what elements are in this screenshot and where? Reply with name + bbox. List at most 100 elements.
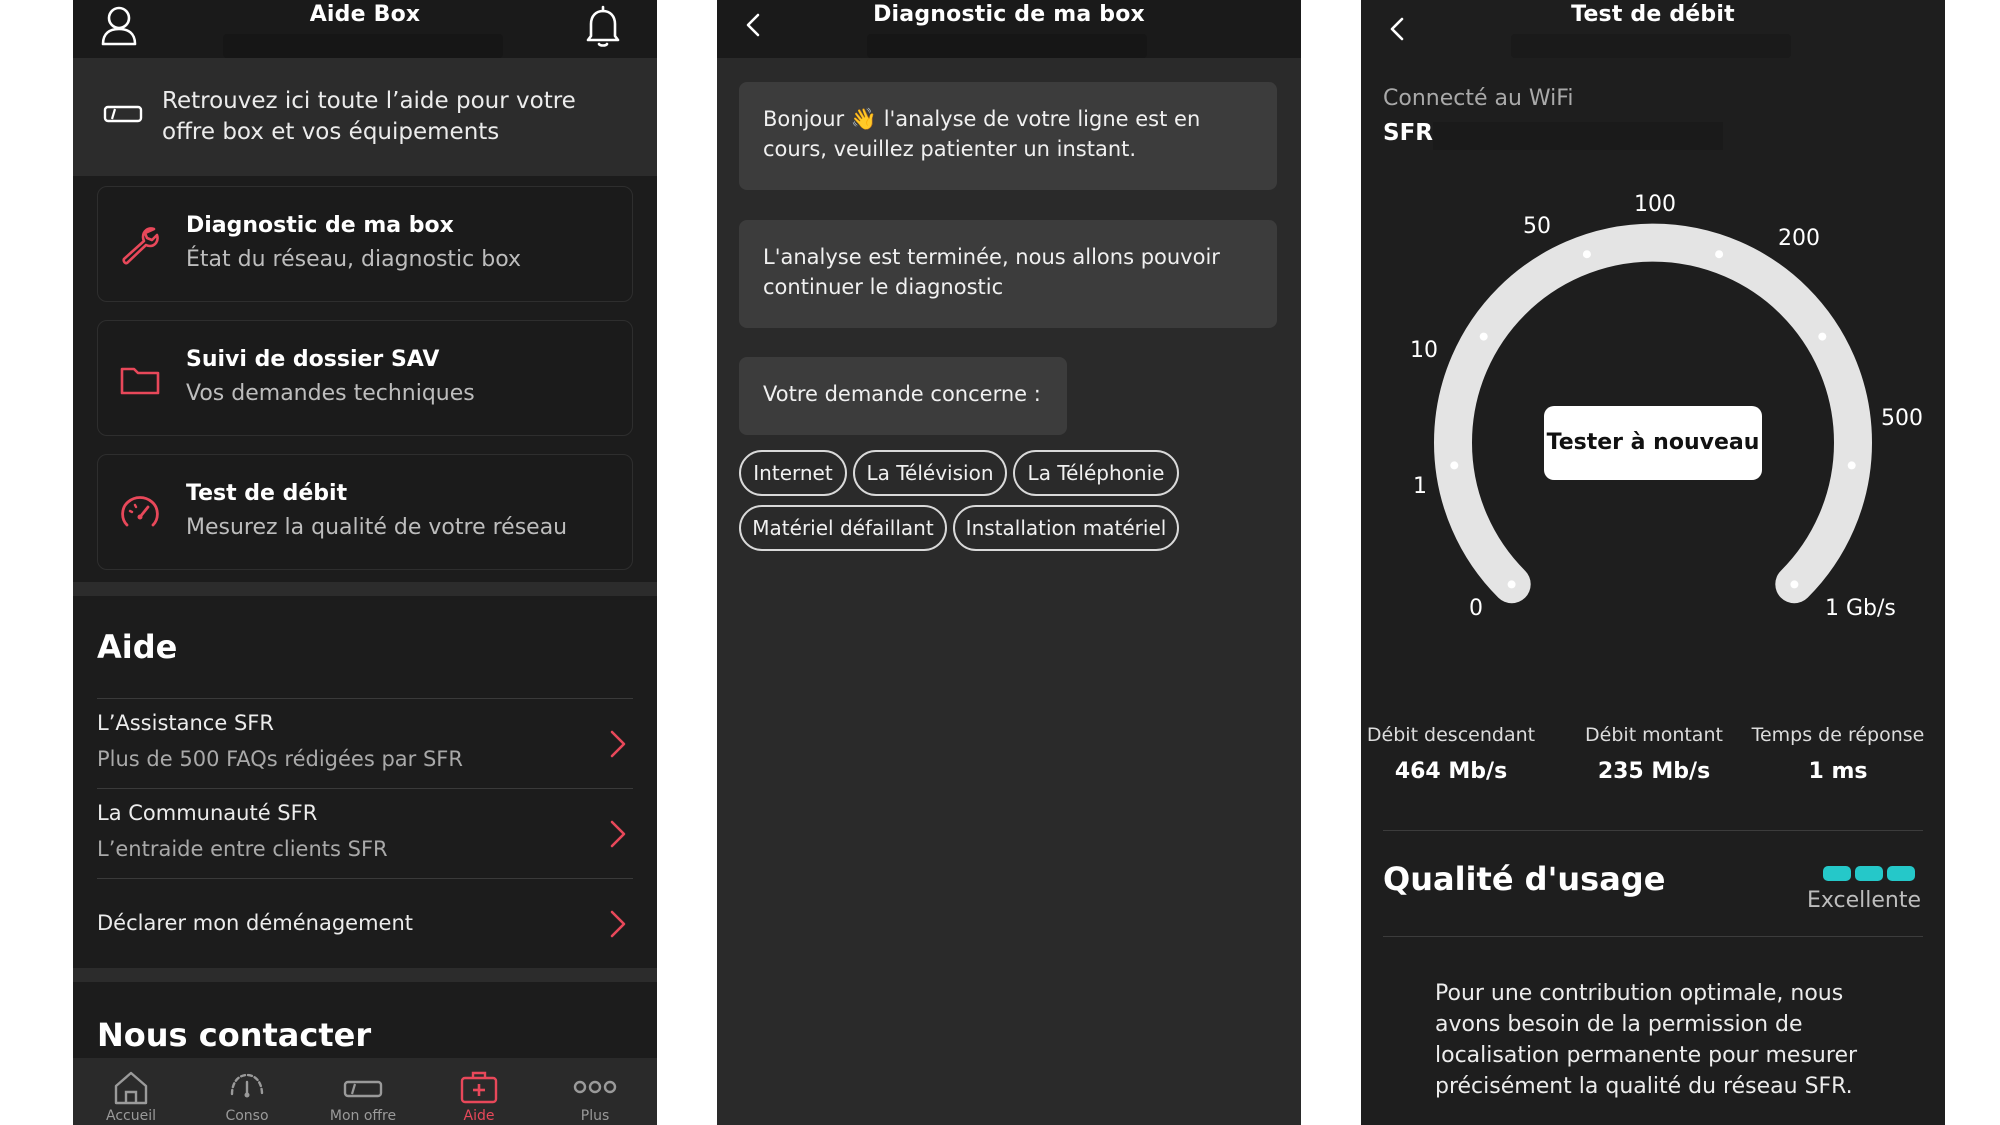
gauge-tick bbox=[1847, 461, 1856, 470]
tab-label: Conso bbox=[225, 1108, 269, 1124]
stat-value: 464 Mb/s bbox=[1394, 759, 1508, 784]
stat-label: Débit montant bbox=[1585, 724, 1723, 746]
row-subtitle: L’entraide entre clients SFR bbox=[97, 837, 388, 861]
more-icon bbox=[573, 1080, 617, 1094]
chat-message: Votre demande concerne : bbox=[739, 357, 1067, 435]
gauge-icon bbox=[230, 1073, 264, 1098]
quality-bar bbox=[1887, 866, 1915, 881]
gauge-tick bbox=[1715, 250, 1724, 259]
divider bbox=[1383, 830, 1923, 831]
card-subtitle: Mesurez la qualité de votre réseau bbox=[186, 515, 568, 540]
top-bar: Test de débit bbox=[1361, 0, 1945, 58]
chat-message: Bonjour 👋 l'analyse de votre ligne est e… bbox=[739, 82, 1277, 190]
gauge-tick bbox=[1479, 332, 1488, 341]
aide-box-screen: Aide Box Retrouvez ici toute l’aide pour… bbox=[73, 0, 657, 1125]
card-title: Test de débit bbox=[186, 481, 348, 506]
aide-row-assistance[interactable]: L’Assistance SFR Plus de 500 FAQs rédigé… bbox=[97, 698, 633, 788]
gauge-tick bbox=[1790, 580, 1799, 589]
stat-download: Débit descendant 464 Mb/s bbox=[1361, 722, 1541, 784]
tab-label: Accueil bbox=[106, 1108, 156, 1124]
box-device-icon bbox=[103, 105, 143, 123]
gauge-label: 200 bbox=[1778, 226, 1820, 251]
retest-button[interactable]: Tester à nouveau bbox=[1544, 406, 1762, 480]
help-banner: Retrouvez ici toute l’aide pour votre of… bbox=[73, 58, 657, 176]
chevron-right-icon bbox=[610, 730, 626, 758]
aide-row-demenagement[interactable]: Déclarer mon déménagement bbox=[97, 878, 633, 968]
stat-label: Temps de réponse bbox=[1751, 724, 1925, 746]
row-title: La Communauté SFR bbox=[97, 801, 318, 825]
row-subtitle: Plus de 500 FAQs rédigées par SFR bbox=[97, 747, 463, 771]
card-title: Suivi de dossier SAV bbox=[186, 347, 440, 372]
gauge-label: 1 Gb/s bbox=[1825, 596, 1896, 621]
gauge-label: 0 bbox=[1469, 596, 1483, 621]
chevron-right-icon bbox=[610, 910, 626, 938]
tab-conso[interactable]: Conso bbox=[189, 1058, 305, 1125]
top-bar: Aide Box bbox=[73, 0, 657, 58]
row-title: Déclarer mon déménagement bbox=[97, 911, 414, 935]
top-bar: Diagnostic de ma box bbox=[717, 0, 1301, 58]
tab-label: Mon offre bbox=[329, 1108, 397, 1124]
card-subtitle: État du réseau, diagnostic box bbox=[186, 247, 522, 272]
stat-upload: Débit montant 235 Mb/s bbox=[1564, 722, 1744, 784]
gauge-tick bbox=[1818, 332, 1827, 341]
chip-installation-materiel[interactable]: Installation matériel bbox=[953, 505, 1179, 551]
section-separator bbox=[73, 582, 657, 596]
speedtest-screen: Test de débit Connecté au WiFi SFR 0 1 1… bbox=[1361, 0, 1945, 1125]
chevron-right-icon bbox=[610, 820, 626, 848]
tab-plus[interactable]: Plus bbox=[537, 1058, 653, 1125]
tab-label: Aide bbox=[463, 1108, 495, 1124]
contact-section-title: Nous contacter bbox=[97, 1016, 372, 1054]
speed-gauge bbox=[1434, 223, 1872, 604]
status-notch bbox=[223, 34, 503, 58]
row-title: L’Assistance SFR bbox=[97, 711, 274, 735]
permission-text: Pour une contribution optimale, nous avo… bbox=[1435, 981, 1858, 1099]
gauge-tick bbox=[1582, 250, 1591, 259]
quality-bar bbox=[1823, 866, 1851, 881]
aide-section-title: Aide bbox=[97, 628, 178, 666]
wrench-icon bbox=[122, 227, 159, 265]
wifi-label: Connecté au WiFi bbox=[1383, 86, 1574, 111]
tab-accueil[interactable]: Accueil bbox=[73, 1058, 189, 1125]
gauge-label: 10 bbox=[1410, 338, 1438, 363]
tab-label: Plus bbox=[580, 1108, 610, 1124]
wifi-redacted bbox=[1433, 122, 1723, 150]
gauge-label: 500 bbox=[1881, 406, 1923, 431]
bell-icon[interactable] bbox=[585, 4, 621, 48]
gauge-label: 50 bbox=[1523, 214, 1551, 239]
card-diagnostic[interactable]: Diagnostic de ma box État du réseau, dia… bbox=[97, 186, 633, 302]
aide-row-communaute[interactable]: La Communauté SFR L’entraide entre clien… bbox=[97, 788, 633, 878]
quality-bar bbox=[1855, 866, 1883, 881]
wifi-name: SFR bbox=[1383, 120, 1433, 146]
page-title: Test de débit bbox=[1571, 2, 1735, 27]
folder-icon bbox=[120, 367, 160, 395]
stat-latency: Temps de réponse 1 ms bbox=[1748, 722, 1928, 784]
status-notch bbox=[867, 34, 1147, 58]
section-separator bbox=[73, 968, 657, 982]
quality-title: Qualité d'usage bbox=[1383, 860, 1666, 898]
tab-bar: Accueil Conso Mon offre Aide Plus bbox=[73, 1058, 657, 1125]
tab-mon-offre[interactable]: Mon offre bbox=[305, 1058, 421, 1125]
card-sav[interactable]: Suivi de dossier SAV Vos demandes techni… bbox=[97, 320, 633, 436]
gauge-tick bbox=[1507, 580, 1516, 589]
chat-message: L'analyse est terminée, nous allons pouv… bbox=[739, 220, 1277, 328]
medkit-icon bbox=[460, 1071, 498, 1104]
card-subtitle: Vos demandes techniques bbox=[186, 381, 475, 406]
help-banner-text: Retrouvez ici toute l’aide pour votre of… bbox=[162, 88, 576, 145]
stat-value: 1 ms bbox=[1808, 759, 1868, 784]
card-title: Diagnostic de ma box bbox=[186, 213, 454, 238]
box-icon bbox=[343, 1080, 383, 1098]
tab-aide[interactable]: Aide bbox=[421, 1058, 537, 1125]
page-title: Diagnostic de ma box bbox=[873, 2, 1145, 27]
gauge-label: 100 bbox=[1634, 192, 1676, 217]
stat-label: Débit descendant bbox=[1366, 724, 1536, 746]
chip-telephonie[interactable]: La Téléphonie bbox=[1013, 450, 1179, 496]
chip-materiel-defaillant[interactable]: Matériel défaillant bbox=[739, 505, 947, 551]
gauge-label: 1 bbox=[1413, 474, 1427, 499]
page-title: Aide Box bbox=[309, 2, 421, 27]
stat-value: 235 Mb/s bbox=[1597, 759, 1711, 784]
quality-indicator bbox=[1823, 866, 1915, 882]
card-speedtest[interactable]: Test de débit Mesurez la qualité de votr… bbox=[97, 454, 633, 570]
status-notch bbox=[1511, 34, 1791, 58]
chip-television[interactable]: La Télévision bbox=[853, 450, 1007, 496]
chip-internet[interactable]: Internet bbox=[739, 450, 847, 496]
